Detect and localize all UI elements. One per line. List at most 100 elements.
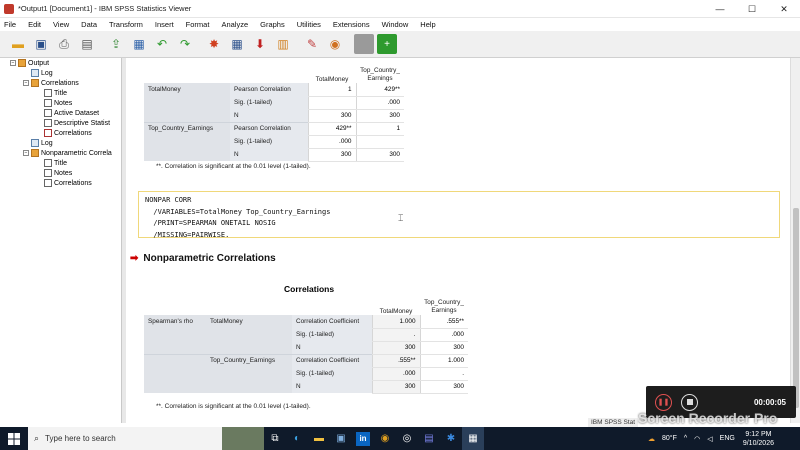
export-icon[interactable]: ⇪ <box>106 34 126 54</box>
pause-button[interactable]: ❚❚ <box>655 393 672 411</box>
close-button[interactable]: ✕ <box>768 0 800 18</box>
section-heading: ➡ Nonparametric Correlations <box>130 253 276 264</box>
redo-icon[interactable]: ↷ <box>175 34 195 54</box>
save-icon[interactable]: ▣ <box>31 34 51 54</box>
open-folder-icon[interactable]: ▬ <box>8 34 28 54</box>
value-cell: 1.000 <box>419 353 468 368</box>
menu-utilities[interactable]: Utilities <box>297 20 321 29</box>
menu-data[interactable]: Data <box>81 20 97 29</box>
tree-expander-icon[interactable]: − <box>23 150 29 156</box>
row-variable-cell <box>144 109 230 122</box>
tree-expander-icon[interactable]: − <box>23 80 29 86</box>
tree-item-label: Title <box>54 89 67 97</box>
tree-item[interactable]: Log <box>23 69 53 77</box>
tree-expander-icon[interactable]: − <box>10 60 16 66</box>
designate-window-icon[interactable]: ◉ <box>325 34 345 54</box>
menu-transform[interactable]: Transform <box>109 20 143 29</box>
row-variable-cell <box>206 328 292 341</box>
goto-data-icon[interactable]: ✸ <box>204 34 224 54</box>
tree-item[interactable]: − Nonparametric Correla <box>23 149 112 157</box>
recording-time: 00:00:05 <box>753 398 786 407</box>
value-cell <box>355 135 404 149</box>
linkedin-icon[interactable]: in <box>356 431 370 446</box>
tree-item[interactable]: Descriptive Statist <box>36 119 110 127</box>
minimize-button[interactable]: — <box>704 0 736 18</box>
weather-temp[interactable]: 80°F <box>662 435 677 442</box>
table-icon <box>44 169 52 177</box>
taskbar-search-box[interactable]: ⌕ Type here to search <box>28 427 222 450</box>
menu-bar: File Edit View Data Transform Insert Format Ana… <box>0 18 800 31</box>
volume-icon[interactable]: ◁ <box>707 435 712 443</box>
tree-item-label: Notes <box>54 169 73 177</box>
tree-item[interactable]: Correlations <box>36 179 92 187</box>
tree-item[interactable]: Active Dataset <box>36 109 99 117</box>
tree-item[interactable]: Notes <box>36 99 72 107</box>
menu-help[interactable]: Help <box>420 20 435 29</box>
row-variable-cell <box>206 341 292 354</box>
row-variable-cell <box>144 148 230 161</box>
row-group-cell <box>144 328 206 341</box>
tree-item[interactable]: Notes <box>36 169 72 177</box>
menu-edit[interactable]: Edit <box>28 20 41 29</box>
start-button[interactable] <box>0 427 28 450</box>
value-cell: 300 <box>419 380 468 394</box>
tree-item[interactable]: Title <box>36 89 67 97</box>
search-icon: ⌕ <box>34 433 40 443</box>
file-explorer-icon[interactable]: ▬ <box>308 427 330 450</box>
value-cell: .000 <box>355 96 404 110</box>
menu-window[interactable]: Window <box>382 20 409 29</box>
row-statistic-cell: N <box>292 341 372 354</box>
bluetooth-icon[interactable]: ✱ <box>440 427 462 450</box>
tray-chevron-icon[interactable]: ^ <box>684 435 687 442</box>
row-group-cell <box>144 367 206 380</box>
recall-dialog-icon[interactable]: ▦ <box>129 34 149 54</box>
tree-item[interactable]: Title <box>36 159 67 167</box>
book-icon <box>18 59 26 67</box>
menu-view[interactable]: View <box>53 20 69 29</box>
maximize-button[interactable]: ☐ <box>736 0 768 18</box>
menu-insert[interactable]: Insert <box>155 20 174 29</box>
teams-icon[interactable]: ▤ <box>418 427 440 450</box>
menu-file[interactable]: File <box>4 20 16 29</box>
window-controls: — ☐ ✕ <box>704 0 800 18</box>
stop-button[interactable] <box>681 393 698 411</box>
spss-icon[interactable]: ▦ <box>462 427 484 450</box>
tree-item[interactable]: − Correlations <box>23 79 79 87</box>
chrome-icon[interactable]: ◉ <box>374 427 396 450</box>
task-view-icon[interactable]: ⧉ <box>264 427 286 450</box>
edge-icon[interactable]: ◐ <box>286 427 308 450</box>
table-row: Sig. (1-tailed) .000 <box>144 135 404 149</box>
undo-icon[interactable]: ↶ <box>152 34 172 54</box>
menu-analyze[interactable]: Analyze <box>221 20 248 29</box>
table-row: Top_Country_Earnings Correlation Coeffici… <box>144 353 468 368</box>
store-icon[interactable]: ▣ <box>330 427 352 450</box>
table-icon <box>44 89 52 97</box>
tree-item[interactable]: − Output <box>10 59 49 67</box>
row-variable-cell <box>206 380 292 393</box>
goto-variable-icon[interactable]: ⬇ <box>250 34 270 54</box>
clock[interactable]: 9:12 PM 9/10/2026 <box>743 430 774 448</box>
syntax-log[interactable]: NONPAR CORR /VARIABLES=TotalMoney Top_Co… <box>138 191 780 239</box>
goto-case-icon[interactable]: ▦ <box>227 34 247 54</box>
value-cell: .000 <box>307 135 356 149</box>
show-all-icon[interactable] <box>354 34 374 54</box>
spell-icon[interactable]: ✎ <box>302 34 322 54</box>
circle-app-icon[interactable]: ◎ <box>396 427 418 450</box>
vertical-scrollbar[interactable] <box>790 58 800 423</box>
print-preview-icon[interactable]: ▤ <box>77 34 97 54</box>
menu-format[interactable]: Format <box>186 20 210 29</box>
outline-pane: − Output Log − Correlations Title Notes Active … <box>0 58 122 423</box>
tree-item[interactable]: Log <box>23 139 53 147</box>
variables-icon[interactable]: ▥ <box>273 34 293 54</box>
value-cell: 300 <box>307 148 356 162</box>
print-icon[interactable]: ⎙ <box>54 34 74 54</box>
scrollbar-thumb[interactable] <box>793 208 799 408</box>
table-icon <box>44 109 52 117</box>
language-indicator[interactable]: ENG <box>720 435 735 442</box>
menu-graphs[interactable]: Graphs <box>260 20 285 29</box>
wifi-icon[interactable]: ◠ <box>694 435 700 443</box>
tree-item[interactable]: Correlations <box>36 129 92 137</box>
menu-extensions[interactable]: Extensions <box>333 20 370 29</box>
title-bar: *Output1 [Document1] - IBM SPSS Statisti… <box>0 0 800 18</box>
insert-icon[interactable]: + <box>377 34 397 54</box>
